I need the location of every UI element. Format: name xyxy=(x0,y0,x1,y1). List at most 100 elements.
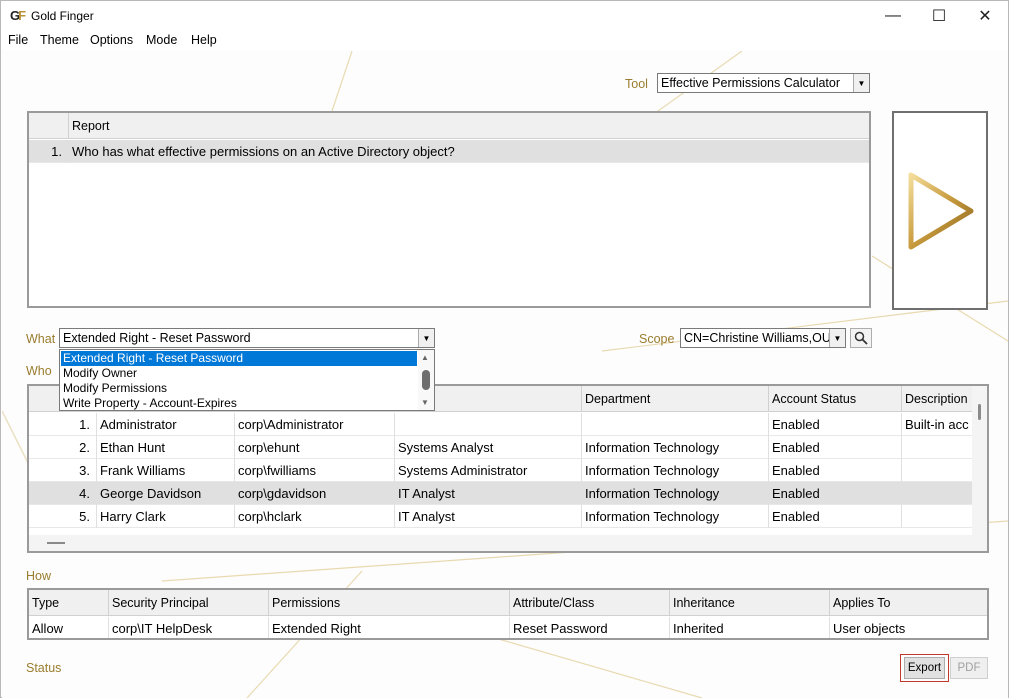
who-cell-account: corp\gdavidson xyxy=(235,482,395,505)
who-horizontal-scrollbar[interactable] xyxy=(29,535,987,551)
who-cell-department: Information Technology xyxy=(582,482,769,505)
how-header-type: Type xyxy=(29,590,109,616)
table-row[interactable]: 2. Ethan Hunt corp\ehunt Systems Analyst… xyxy=(29,436,972,459)
what-label: What xyxy=(26,332,56,346)
who-cell-status: Enabled xyxy=(769,482,902,505)
scroll-thumb[interactable] xyxy=(47,542,65,544)
who-cell-num: 3. xyxy=(29,459,97,482)
table-row[interactable]: Allow corp\IT HelpDesk Extended Right Re… xyxy=(29,617,987,638)
magnifier-icon xyxy=(854,331,868,345)
pdf-button[interactable]: PDF xyxy=(950,657,988,679)
run-button[interactable] xyxy=(892,111,988,310)
who-vertical-scrollbar[interactable] xyxy=(972,386,987,536)
who-cell-status: Enabled xyxy=(769,459,902,482)
how-header-attribute: Attribute/Class xyxy=(510,590,670,616)
scroll-up-icon[interactable]: ▲ xyxy=(421,353,429,362)
tool-label: Tool xyxy=(625,77,648,91)
window-title: Gold Finger xyxy=(31,9,94,23)
what-select-value: Extended Right - Reset Password xyxy=(63,331,251,345)
who-cell-description xyxy=(902,505,972,528)
how-cell-attribute: Reset Password xyxy=(510,617,670,638)
title-bar: GF Gold Finger — ☐ ✕ xyxy=(1,1,1008,31)
scope-select[interactable]: CN=Christine Williams,OU ▼ xyxy=(680,328,846,348)
report-table: Report 1. Who has what effective permiss… xyxy=(27,111,871,308)
who-cell-name: George Davidson xyxy=(97,482,235,505)
who-table-body: 1. Administrator corp\Administrator Enab… xyxy=(29,413,972,533)
who-cell-status: Enabled xyxy=(769,436,902,459)
how-cell-permissions: Extended Right xyxy=(269,617,510,638)
report-row-num: 1. xyxy=(29,140,69,163)
how-header-permissions: Permissions xyxy=(269,590,510,616)
who-cell-department xyxy=(582,413,769,436)
who-cell-num: 2. xyxy=(29,436,97,459)
chevron-down-icon[interactable]: ▼ xyxy=(418,329,434,347)
who-cell-num: 1. xyxy=(29,413,97,436)
menu-options[interactable]: Options xyxy=(90,33,133,47)
how-table: Type Security Principal Permissions Attr… xyxy=(27,588,989,640)
who-header-description: Description xyxy=(905,392,968,406)
who-cell-description: Built-in acc xyxy=(905,417,969,432)
who-cell-title: IT Analyst xyxy=(395,482,582,505)
scroll-thumb[interactable] xyxy=(978,404,981,420)
app-logo: GF xyxy=(10,8,26,23)
menu-file[interactable]: File xyxy=(8,33,28,47)
who-cell-description xyxy=(902,436,972,459)
menu-help[interactable]: Help xyxy=(191,33,217,47)
who-cell-title: Systems Analyst xyxy=(395,436,582,459)
dropdown-scrollbar[interactable]: ▲ ▼ xyxy=(418,350,434,410)
how-cell-applies-to: User objects xyxy=(833,621,906,636)
what-option[interactable]: Modify Permissions xyxy=(61,381,417,396)
how-header-inheritance: Inheritance xyxy=(670,590,830,616)
who-header-department: Department xyxy=(582,386,769,412)
scroll-down-icon[interactable]: ▼ xyxy=(421,398,429,407)
who-cell-account: corp\hclark xyxy=(235,505,395,528)
how-label: How xyxy=(26,569,52,583)
who-cell-account: corp\fwilliams xyxy=(235,459,395,482)
report-header-num xyxy=(29,113,69,139)
what-option[interactable]: Extended Right - Reset Password xyxy=(61,351,417,366)
who-cell-description xyxy=(902,459,972,482)
report-header-title: Report xyxy=(72,119,110,133)
what-dropdown-list: Extended Right - Reset Password Modify O… xyxy=(59,349,435,411)
play-triangle-icon xyxy=(908,172,974,249)
tool-select[interactable]: Effective Permissions Calculator ▼ xyxy=(657,73,870,93)
app-window: GF Gold Finger — ☐ ✕ File Theme Options … xyxy=(0,0,1009,698)
menu-mode[interactable]: Mode xyxy=(146,33,177,47)
minimize-button[interactable]: — xyxy=(870,1,916,31)
chevron-down-icon[interactable]: ▼ xyxy=(853,74,869,92)
report-row[interactable]: 1. Who has what effective permissions on… xyxy=(29,140,869,163)
status-label: Status xyxy=(26,661,62,675)
menu-theme[interactable]: Theme xyxy=(40,33,79,47)
maximize-button[interactable]: ☐ xyxy=(916,1,962,31)
who-cell-name: Ethan Hunt xyxy=(97,436,235,459)
who-cell-num: 5. xyxy=(29,505,97,528)
what-option[interactable]: Write Property - Account-Expires xyxy=(61,396,417,411)
who-cell-department: Information Technology xyxy=(582,459,769,482)
who-cell-name: Administrator xyxy=(97,413,235,436)
table-row[interactable]: 3. Frank Williams corp\fwilliams Systems… xyxy=(29,459,972,482)
who-cell-department: Information Technology xyxy=(582,505,769,528)
who-cell-department: Information Technology xyxy=(582,436,769,459)
what-option[interactable]: Modify Owner xyxy=(61,366,417,381)
chevron-down-icon[interactable]: ▼ xyxy=(829,329,845,347)
how-header-applies-to: Applies To xyxy=(833,596,891,610)
who-cell-name: Frank Williams xyxy=(97,459,235,482)
how-cell-principal: corp\IT HelpDesk xyxy=(109,617,269,638)
who-cell-title xyxy=(395,413,582,436)
table-row[interactable]: 1. Administrator corp\Administrator Enab… xyxy=(29,413,972,436)
close-button[interactable]: ✕ xyxy=(962,1,1008,31)
scope-label: Scope xyxy=(639,332,675,346)
who-cell-num: 4. xyxy=(29,482,97,505)
table-row[interactable] xyxy=(29,528,972,533)
scroll-thumb[interactable] xyxy=(422,370,430,390)
who-cell-status: Enabled xyxy=(769,505,902,528)
scope-search-button[interactable] xyxy=(850,328,872,348)
how-cell-type: Allow xyxy=(29,617,109,638)
table-row[interactable]: 4. George Davidson corp\gdavidson IT Ana… xyxy=(29,482,972,505)
who-header-status: Account Status xyxy=(769,386,902,412)
what-select[interactable]: Extended Right - Reset Password ▼ xyxy=(59,328,435,348)
export-button[interactable]: Export xyxy=(904,657,945,679)
table-row[interactable]: 5. Harry Clark corp\hclark IT Analyst In… xyxy=(29,505,972,528)
how-header-principal: Security Principal xyxy=(109,590,269,616)
report-table-header: Report xyxy=(29,113,869,139)
